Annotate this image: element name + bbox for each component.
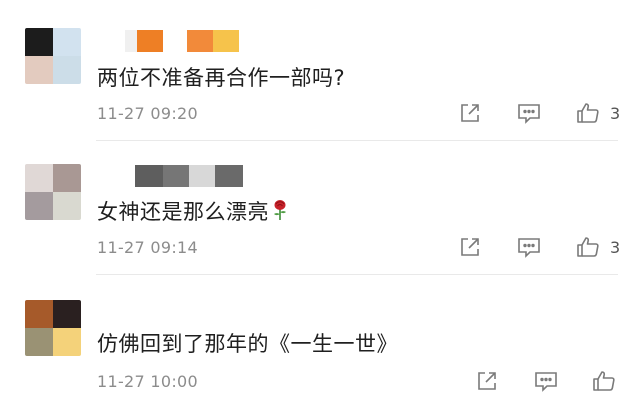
thumbs-up-icon <box>593 371 615 391</box>
avatar-pixel <box>53 56 81 84</box>
like-count: 3 <box>610 237 621 257</box>
like-button[interactable]: 3 <box>576 235 620 259</box>
thumbs-up-icon <box>577 103 599 123</box>
thumbs-up-icon <box>577 237 599 257</box>
username-redacted[interactable] <box>97 30 239 52</box>
share-button[interactable] <box>459 102 481 124</box>
timestamp: 11-27 09:20 <box>97 104 198 123</box>
username-redacted[interactable] <box>135 165 243 187</box>
comment-item: 女神还是那么漂亮 11-27 09:14 3 <box>0 140 640 274</box>
comment-text-content: 女神还是那么漂亮 <box>97 200 269 224</box>
reply-button[interactable] <box>534 370 558 392</box>
like-button[interactable] <box>592 369 616 393</box>
share-icon <box>461 238 479 256</box>
share-icon <box>478 372 496 390</box>
avatar-pixel <box>53 164 81 192</box>
avatar[interactable] <box>25 164 81 220</box>
reply-button[interactable] <box>517 236 541 258</box>
comment-icon <box>518 104 540 124</box>
rose-emoji <box>271 199 289 226</box>
like-button[interactable]: 3 <box>576 101 620 125</box>
avatar-pixel <box>25 192 53 220</box>
comment-text: 仿佛回到了那年的《一生一世》 <box>97 332 398 356</box>
avatar-pixel <box>25 328 53 356</box>
comment-text: 女神还是那么漂亮 <box>97 196 289 226</box>
avatar-pixel <box>25 300 53 328</box>
avatar-pixel <box>53 28 81 56</box>
comment-text: 两位不准备再合作一部吗? <box>97 66 346 90</box>
avatar-pixel <box>53 300 81 328</box>
share-button[interactable] <box>459 236 481 258</box>
avatar-pixel <box>53 192 81 220</box>
comment-icon <box>535 372 557 392</box>
avatar[interactable] <box>25 300 81 356</box>
avatar-pixel <box>25 56 53 84</box>
reply-button[interactable] <box>517 102 541 124</box>
avatar-pixel <box>25 164 53 192</box>
comment-feed: 两位不准备再合作一部吗? 11-27 09:20 3 女神还是那么漂亮 11-2… <box>0 0 640 410</box>
timestamp: 11-27 10:00 <box>97 372 198 391</box>
like-count: 3 <box>610 103 621 123</box>
comment-item: 两位不准备再合作一部吗? 11-27 09:20 3 <box>0 0 640 140</box>
comment-icon <box>518 238 540 258</box>
timestamp: 11-27 09:14 <box>97 238 198 257</box>
avatar[interactable] <box>25 28 81 84</box>
comment-item: 仿佛回到了那年的《一生一世》 11-27 10:00 <box>0 274 640 410</box>
share-button[interactable] <box>476 370 498 392</box>
share-icon <box>461 104 479 122</box>
avatar-pixel <box>53 328 81 356</box>
avatar-pixel <box>25 28 53 56</box>
